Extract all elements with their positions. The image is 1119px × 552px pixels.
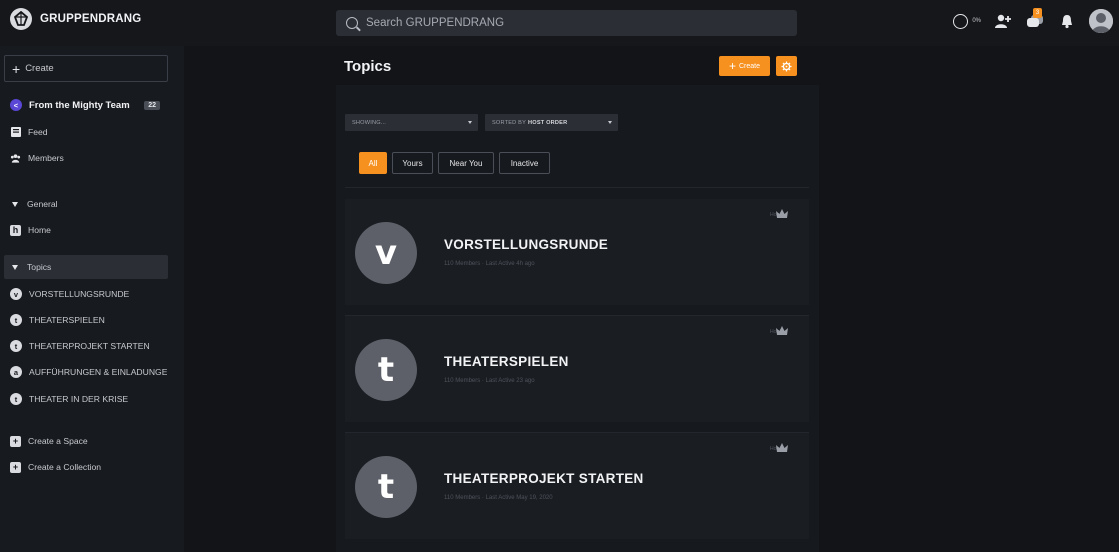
space-letter-icon: t [10,314,22,326]
topic-meta: 110 Members · Last Active May 19, 2020 [444,495,553,501]
caret-down-icon [12,264,18,270]
sidebar-item-space[interactable]: v VORSTELLUNGSRUNDE [4,282,168,306]
plus-square-icon: + [10,435,21,447]
sidebar-item-space[interactable]: t THEATER IN DER KRISE [4,387,168,411]
sidebar-item-label: Topics [27,262,52,272]
plus-icon: + [728,59,736,73]
crown-icon [776,443,788,452]
sidebar-item-label: Home [28,225,51,235]
sidebar-item-members[interactable]: Members [4,146,168,170]
topic-meta: 110 Members · Last Active 4h ago [444,261,535,267]
sidebar-item-space[interactable]: t THEATERPROJEKT STARTEN [4,334,168,358]
space-letter-icon: t [10,393,22,405]
members-icon [10,153,21,164]
brand[interactable]: GRUPPENDRANG [10,8,141,30]
topic-title: THEATERSPIELEN [444,354,569,369]
sort-select[interactable]: SORTED BY HOST ORDER [485,114,618,131]
plus-square-icon: + [10,461,21,473]
sidebar-item-team[interactable]: < From the Mighty Team 22 [4,93,168,117]
sidebar-create-label: Create [25,63,54,74]
caret-down-icon [12,201,18,207]
search-icon [346,17,358,29]
topic-avatar: v [355,222,417,284]
sidebar-item-home[interactable]: h Home [4,218,168,242]
sidebar-item-label: Create a Space [28,436,88,446]
add-user-icon [995,14,1011,28]
progress-ring-icon [953,13,969,29]
sidebar-item-space[interactable]: t THEATERSPIELEN [4,308,168,332]
sidebar-item-space[interactable]: a AUFFÜHRUNGEN & EINLADUNGEN [4,360,168,384]
filter-all[interactable]: All [359,152,387,174]
invite-user-button[interactable] [993,11,1013,31]
sidebar-item-label: AUFFÜHRUNGEN & EINLADUNGEN [29,367,167,377]
sidebar-item-label: From the Mighty Team [29,99,130,111]
topic-meta: 110 Members · Last Active 23 ago [444,378,535,384]
top-right-actions: 0% 3 [953,8,1113,33]
brand-logo-icon [10,8,32,30]
showing-select[interactable]: SHOWING... [345,114,478,131]
top-bar: GRUPPENDRANG 0% 3 [0,0,1119,46]
sort-prefix: SORTED BY [492,119,527,126]
progress-text: 0% [972,18,981,24]
filter-inactive[interactable]: Inactive [499,152,550,174]
space-letter-icon: a [10,366,22,378]
sidebar-item-label: Members [28,153,64,163]
sidebar-item-label: VORSTELLUNGSRUNDE [29,289,130,299]
topic-avatar: t [355,456,417,518]
filter-yours[interactable]: Yours [392,152,433,174]
create-topic-label: Create [739,62,761,70]
sidebar-item-label: THEATER IN DER KRISE [29,394,129,404]
user-avatar[interactable] [1089,9,1113,33]
bell-icon [1062,15,1072,29]
topic-title: VORSTELLUNGSRUNDE [444,237,609,252]
sidebar-create-button[interactable]: + Create [4,55,168,82]
notifications-button[interactable] [1057,11,1077,31]
caret-down-icon [608,121,612,124]
sort-value: HOST ORDER [528,119,568,126]
avatar-icon [1089,9,1113,33]
progress-indicator[interactable]: 0% [953,13,981,29]
sidebar-item-create-space[interactable]: + Create a Space [4,429,168,453]
settings-button[interactable] [776,56,797,76]
sidebar-item-label: THEATERPROJEKT STARTEN [29,341,150,351]
chat-badge: 3 [1033,8,1042,18]
feed-icon [10,127,21,138]
sidebar-item-create-collection[interactable]: + Create a Collection [4,455,168,479]
search-input[interactable] [366,17,766,29]
filter-near-you[interactable]: Near You [438,152,494,174]
brand-name: GRUPPENDRANG [40,13,142,25]
crown-icon [776,209,788,218]
search-bar[interactable] [336,10,797,36]
team-count-badge: 22 [144,100,160,110]
caret-down-icon [468,121,472,124]
space-letter-icon: t [10,340,22,352]
gear-icon [781,60,792,72]
sidebar-item-label: Feed [28,127,48,137]
topic-card[interactable]: t THEATERPROJEKT STARTEN 110 Members · L… [345,433,809,539]
crown-icon [776,326,788,335]
sidebar-item-label: THEATERSPIELEN [29,315,105,325]
divider [345,187,809,188]
topic-card[interactable]: t THEATERSPIELEN 110 Members · Last Acti… [345,316,809,422]
sidebar-item-feed[interactable]: Feed [4,120,168,144]
showing-select-value: SHOWING... [352,119,387,126]
space-letter-icon: v [10,288,22,300]
create-topic-button[interactable]: + Create [719,56,770,76]
topic-title: THEATERPROJEKT STARTEN [444,471,644,486]
sidebar-section-general[interactable]: General [4,192,168,216]
share-icon: < [10,99,22,111]
topic-card[interactable]: v VORSTELLUNGSRUNDE 110 Members · Last A… [345,199,809,305]
sidebar: + Create < From the Mighty Team 22 Feed … [0,46,184,552]
chat-button[interactable]: 3 [1025,8,1045,31]
page-title: Topics [344,58,392,75]
plus-icon: + [12,60,21,77]
sidebar-item-label: Create a Collection [28,462,102,472]
sidebar-section-topics[interactable]: Topics [4,255,168,279]
topic-avatar: t [355,339,417,401]
sidebar-item-label: General [27,199,58,209]
home-icon: h [10,224,21,236]
